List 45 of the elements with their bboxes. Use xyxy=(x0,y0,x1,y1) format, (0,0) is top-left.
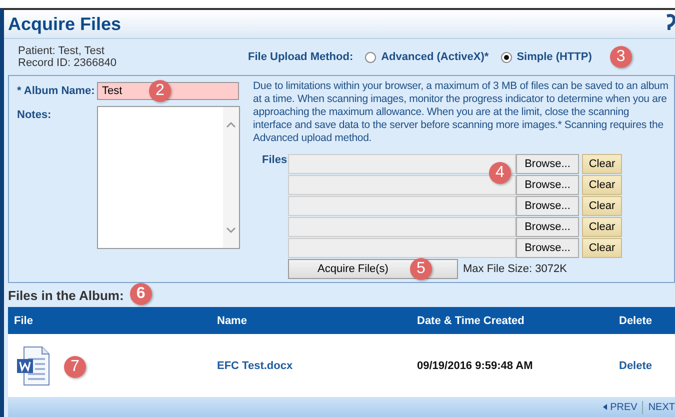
notes-field[interactable] xyxy=(97,106,240,249)
browse-button[interactable]: Browse... xyxy=(516,175,579,195)
column-header: Date & Time Created xyxy=(417,314,526,326)
next-link[interactable]: NEXT xyxy=(648,402,675,412)
file-path-field[interactable] xyxy=(288,217,516,237)
file-path-field[interactable] xyxy=(288,196,516,216)
clear-button[interactable]: Clear xyxy=(582,154,622,174)
date-created: 09/19/2016 9:59:48 AM xyxy=(417,360,534,372)
file-path-field[interactable] xyxy=(288,238,516,258)
scroll-down-icon[interactable] xyxy=(226,227,236,234)
field-label: Notes: xyxy=(17,108,52,121)
callout-badge: 2 xyxy=(149,80,171,102)
clear-button[interactable]: Clear xyxy=(582,175,622,195)
record-id: Record ID: 2366840 xyxy=(18,57,118,69)
column-header: Delete xyxy=(619,314,654,326)
browse-button[interactable]: Browse... xyxy=(516,238,579,258)
prev-link[interactable]: PREV xyxy=(603,402,638,412)
clear-button[interactable]: Clear xyxy=(582,238,622,258)
page-title: Acquire Files xyxy=(8,14,122,34)
clear-button[interactable]: Clear xyxy=(582,217,622,237)
file-name-link[interactable]: EFC Test.docx xyxy=(217,360,417,372)
upload-method-option[interactable]: Simple (HTTP) xyxy=(500,51,592,63)
delete-link[interactable]: Delete xyxy=(619,360,675,372)
radio-button[interactable] xyxy=(365,52,376,62)
field-label: * Album Name: xyxy=(17,84,96,97)
callout-badge: 6 xyxy=(130,282,152,304)
document-icon[interactable] xyxy=(16,346,52,386)
file-path-field[interactable] xyxy=(288,175,516,195)
column-header: Name xyxy=(217,314,248,326)
upload-info-text: Due to limitations within your browser, a maximum of 3 MB of files can be saved to an album at a time. When scanning images, monitor the progress indicator to determine when you are approaching the maximum allowance. When you are at the limit, close the scanning interface and save data to the server before scanning more images.* Scanning requires the Advanced upload method. xyxy=(253,80,670,145)
left-arrow-icon xyxy=(603,404,608,410)
callout-badge: 3 xyxy=(610,46,632,68)
patient-name: Patient: Test, Test xyxy=(18,45,106,57)
column-header: File xyxy=(14,314,34,326)
upload-method-option[interactable]: Advanced (ActiveX)* xyxy=(365,51,489,63)
scroll-up-icon[interactable] xyxy=(226,121,236,128)
radio-button[interactable] xyxy=(500,52,512,62)
max-file-size: Max File Size: 3072K xyxy=(463,263,567,275)
upload-method-label: File Upload Method: xyxy=(248,51,354,63)
browse-button[interactable]: Browse... xyxy=(516,196,579,216)
callout-badge: 7 xyxy=(64,356,86,378)
files-label: Files xyxy=(262,154,288,168)
clear-button[interactable]: Clear xyxy=(582,196,622,216)
browse-button[interactable]: Browse... xyxy=(516,154,579,174)
browse-button[interactable]: Browse... xyxy=(516,217,579,237)
